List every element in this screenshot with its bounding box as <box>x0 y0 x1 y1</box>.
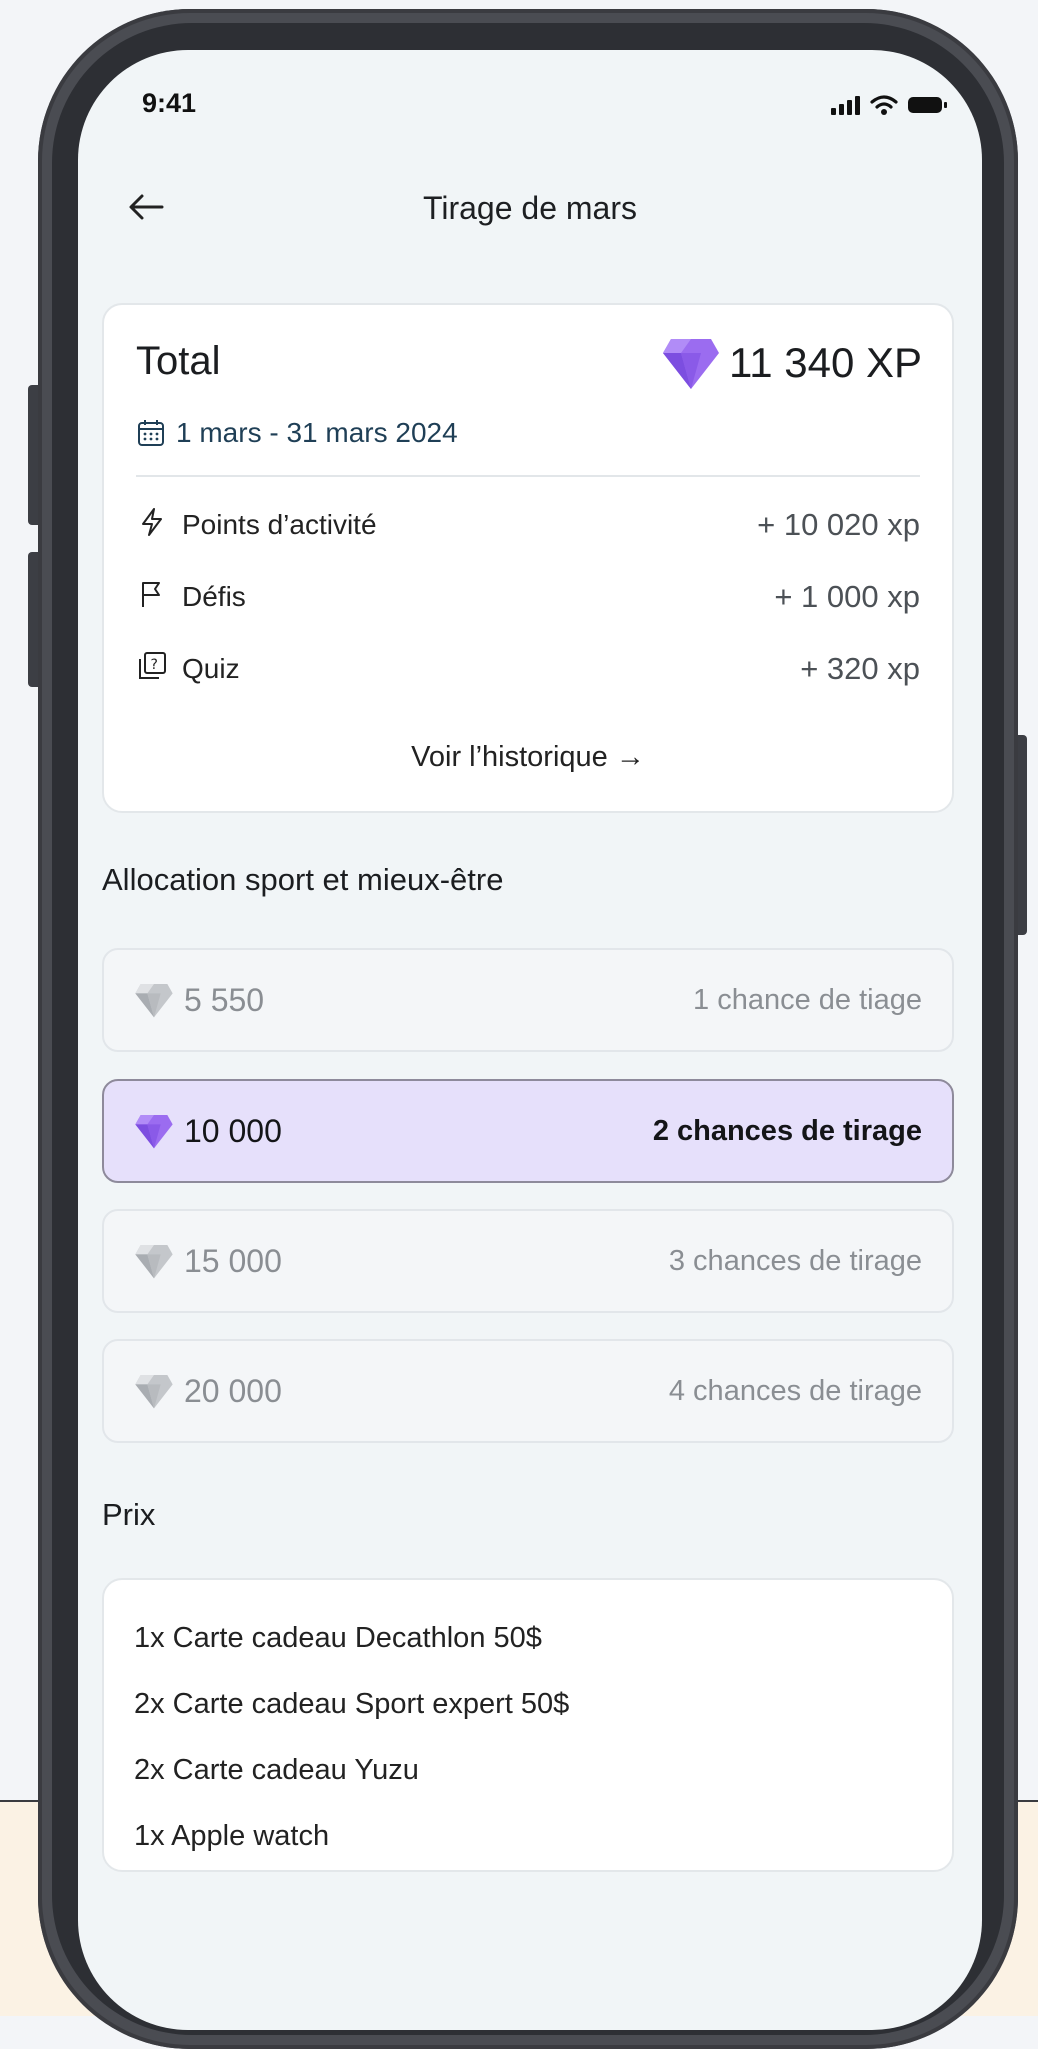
allocation-title: Allocation sport et mieux-être <box>102 862 504 897</box>
quiz-icon: ? <box>136 651 168 688</box>
wifi-icon <box>870 95 898 115</box>
phone-screen: 9:41 Tirage de mars Total 11 340 XP 1 ma… <box>78 50 982 2030</box>
prizes-title: Prix <box>102 1497 156 1532</box>
prize-item: 1x Carte cadeau Decathlon 50$ <box>134 1622 542 1654</box>
stat-value: + 320 xp <box>800 651 920 686</box>
calendar-icon <box>138 420 164 446</box>
stat-row-activity: Points d’activité + 10 020 xp <box>136 505 920 545</box>
total-label: Total <box>136 339 221 383</box>
prize-item: 1x Apple watch <box>134 1820 330 1852</box>
prize-list: 1x Carte cadeau Decathlon 50$ 2x Carte c… <box>134 1622 569 1886</box>
battery-icon <box>908 97 947 113</box>
gem-icon <box>135 984 173 1018</box>
gem-icon <box>135 1375 173 1409</box>
gem-icon <box>135 1115 173 1149</box>
tier-amount: 15 000 <box>184 1242 282 1279</box>
stat-row-challenges: Défis + 1 000 xp <box>136 577 920 617</box>
prize-item: 2x Carte cadeau Yuzu <box>134 1754 419 1786</box>
status-icons <box>831 94 947 116</box>
stat-value: + 1 000 xp <box>774 579 920 614</box>
tier-chances: 1 chance de tiage <box>693 983 922 1016</box>
flag-icon <box>136 579 168 616</box>
tier-chances: 4 chances de tirage <box>668 1374 922 1407</box>
gem-icon <box>662 339 719 389</box>
divider <box>136 475 920 477</box>
tier-amount: 20 000 <box>184 1372 282 1409</box>
tier-option-20000[interactable]: 20 000 4 chances de tirage <box>102 1339 954 1443</box>
total-xp: 11 340 XP <box>661 335 922 391</box>
svg-text:?: ? <box>151 657 158 673</box>
tier-option-10000[interactable]: 10 000 2 chances de tirage <box>102 1079 954 1183</box>
date-range-text: 1 mars - 31 mars 2024 <box>176 417 458 448</box>
stat-label: Points d’activité <box>182 509 377 540</box>
stat-row-quiz: ? Quiz + 320 xp <box>136 649 920 689</box>
prize-item: 2x Carte cadeau Sport expert 50$ <box>134 1688 570 1720</box>
date-range: 1 mars - 31 mars 2024 <box>136 417 458 449</box>
tier-chances: 3 chances de tirage <box>668 1244 922 1277</box>
stat-value: + 10 020 xp <box>757 507 920 542</box>
tier-amount: 5 550 <box>184 981 265 1018</box>
lightning-icon <box>136 507 168 544</box>
stat-label: Défis <box>182 581 246 612</box>
status-time: 9:41 <box>142 88 197 118</box>
history-link[interactable]: Voir l’historique → <box>104 741 952 774</box>
tier-option-15000[interactable]: 15 000 3 chances de tirage <box>102 1209 954 1313</box>
gem-icon <box>135 1245 173 1279</box>
tier-chances: 2 chances de tirage <box>652 1114 922 1147</box>
xp-summary-card: Total 11 340 XP 1 mars - 31 mars 2024 Po… <box>102 303 954 813</box>
tier-amount: 10 000 <box>184 1112 282 1149</box>
prizes-card: 1x Carte cadeau Decathlon 50$ 2x Carte c… <box>102 1578 954 1872</box>
signal-icon <box>831 95 860 115</box>
page-title: Tirage de mars <box>423 190 637 226</box>
total-xp-value: 11 340 XP <box>728 339 922 386</box>
tier-option-5550[interactable]: 5 550 1 chance de tiage <box>102 948 954 1052</box>
stat-label: Quiz <box>182 653 240 684</box>
